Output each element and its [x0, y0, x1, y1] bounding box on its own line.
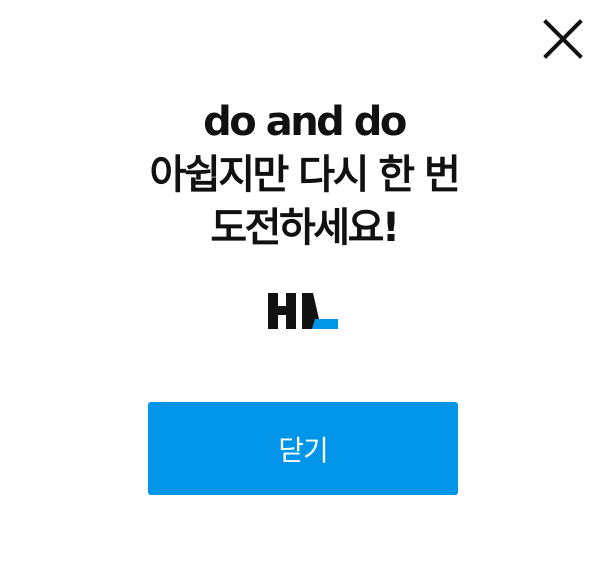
headline-line-2: 아쉽지만 다시 한 번 [149, 152, 461, 198]
headline-line-1: do and do [203, 99, 407, 145]
headline-line-3: 도전하세요! [210, 205, 400, 251]
close-icon [543, 19, 583, 59]
close-dialog-button[interactable]: 닫기 [148, 402, 458, 495]
result-dialog: do and do 아쉽지만 다시 한 번 도전하세요! 닫기 [0, 0, 608, 565]
close-button[interactable] [538, 14, 588, 64]
hl-logo [268, 293, 340, 329]
result-message: do and do 아쉽지만 다시 한 번 도전하세요! [0, 96, 608, 255]
